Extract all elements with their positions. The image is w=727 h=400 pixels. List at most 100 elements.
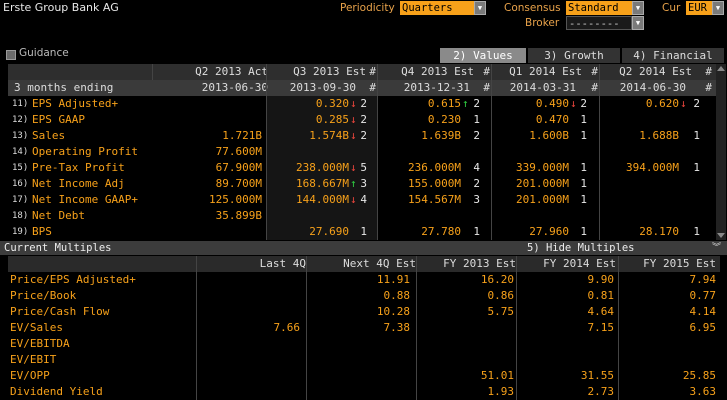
consensus-select[interactable]: Standard xyxy=(566,1,632,15)
currency-dropdown-icon[interactable]: ▼ xyxy=(712,1,724,15)
multiple-value: 25.85 xyxy=(682,369,716,382)
q3-count: 2 xyxy=(360,113,367,126)
q3-value: 27.690 xyxy=(309,225,349,238)
q1-value: 0.490 xyxy=(535,97,569,110)
multiple-value xyxy=(306,352,410,368)
q2-count xyxy=(686,112,700,128)
tab-values-num: 2) xyxy=(453,49,467,62)
date-q3-2013: 2013-09-30 xyxy=(289,81,356,94)
q2-value xyxy=(599,144,679,160)
multiple-row[interactable]: Dividend Yield 1.93 2.73 3.63 xyxy=(0,384,727,400)
multiple-value xyxy=(196,336,300,352)
period-label: 3 months ending xyxy=(14,81,114,94)
estimate-row[interactable]: 18) Net Debt 35.899B xyxy=(0,208,727,224)
q3-count: 2 xyxy=(360,97,367,110)
guidance-checkbox[interactable] xyxy=(6,50,16,60)
q1-value: 201.000M xyxy=(516,193,569,206)
hide-multiples-button[interactable]: 5) Hide Multiples xyxy=(527,241,634,255)
multiple-label: Dividend Yield xyxy=(10,385,103,398)
multiple-value: 5.75 xyxy=(487,305,515,318)
multiple-value: 0.77 xyxy=(689,289,717,302)
multiple-row[interactable]: Price/Book 0.88 0.86 0.81 0.77 xyxy=(0,288,727,304)
col-header-q2-2013-act: Q2 2013 Act xyxy=(195,65,268,78)
multiple-row[interactable]: Price/EPS Adjusted+ 11.91 16.20 9.90 7.94 xyxy=(0,272,727,288)
company-name: Erste Group Bank AG xyxy=(3,1,119,14)
date-q2-2013: 2013-06-30 xyxy=(201,81,268,94)
q2-count: 1 xyxy=(693,225,700,238)
multiple-value xyxy=(196,352,300,368)
row-label: Net Income Adj xyxy=(32,177,125,190)
tab-growth[interactable]: 3) Growth xyxy=(528,48,620,63)
multiple-value: 2.73 xyxy=(587,385,615,398)
consensus-dropdown-icon[interactable]: ▼ xyxy=(632,1,644,15)
multiple-value xyxy=(618,352,716,368)
multiple-row[interactable]: EV/EBITDA xyxy=(0,336,727,352)
actual-value: 35.899B xyxy=(215,209,262,222)
q2-value: 28.170 xyxy=(639,225,679,238)
multiple-label: EV/EBITDA xyxy=(10,337,70,350)
estimate-row[interactable]: 13) Sales 1.721B 1.574B ↓ 2 1.639B 2 1.600B 1 1.68… xyxy=(0,128,727,144)
periodicity-label: Periodicity xyxy=(340,2,395,14)
estimate-row[interactable]: 12) EPS GAAP 0.285 ↓ 2 0.230 1 0.470 1 xyxy=(0,112,727,128)
q4-value: 0.230 xyxy=(427,113,461,126)
multiple-value: 7.15 xyxy=(587,321,615,334)
col-header-q2-2014-est: Q2 2014 Est xyxy=(619,65,692,78)
q4-count: 1 xyxy=(473,113,480,126)
q2-value xyxy=(599,112,679,128)
scroll-down-icon[interactable] xyxy=(717,233,725,238)
estimate-row[interactable]: 17) Net Income GAAP+ 125.000M 144.000M ↓ 4 154… xyxy=(0,192,727,208)
multiple-value: 31.55 xyxy=(580,369,614,382)
date-count: # xyxy=(705,81,712,94)
estimate-row[interactable]: 16) Net Income Adj 89.700M 168.667M ↑ 3 155.00… xyxy=(0,176,727,192)
q2-count xyxy=(686,176,700,192)
q4-count: 1 xyxy=(473,225,480,238)
q2-count xyxy=(686,144,700,160)
tab-financial[interactable]: 4) Financial xyxy=(622,48,724,63)
tab-values[interactable]: 2) Values xyxy=(440,48,526,63)
q1-count xyxy=(575,144,587,160)
column-header-row: Q2 2013 Act Q3 2013 Est # Q4 2013 Est # … xyxy=(8,64,716,80)
row-number: 12) xyxy=(12,115,29,125)
tab-values-label: Values xyxy=(473,49,513,62)
q2-count xyxy=(686,192,700,208)
multiples-title: Current Multiples xyxy=(4,242,112,254)
estimate-row[interactable]: 14) Operating Profit 77.600M xyxy=(0,144,727,160)
multiple-row[interactable]: EV/EBIT xyxy=(0,352,727,368)
q4-count: 2 xyxy=(473,129,480,142)
broker-select[interactable]: -------- xyxy=(566,16,632,30)
estimates-scrollbar[interactable] xyxy=(716,64,726,240)
currency-select[interactable]: EUR xyxy=(686,1,712,15)
row-number: 17) xyxy=(12,195,29,205)
multiple-value xyxy=(618,336,716,352)
collapse-chevron-icon[interactable]: ︾ xyxy=(712,241,721,255)
col-header-last-4q: Last 4Q xyxy=(259,257,306,270)
estimate-row[interactable]: 15) Pre-Tax Profit 67.900M 238.000M ↓ 5 236.00… xyxy=(0,160,727,176)
actual-value xyxy=(152,224,262,240)
broker-dropdown-icon[interactable]: ▼ xyxy=(632,16,644,30)
periodicity-dropdown-icon[interactable]: ▼ xyxy=(474,1,486,15)
q3-value: 1.574B xyxy=(309,129,349,142)
multiple-value xyxy=(196,368,300,384)
col-header-fy2015-est: FY 2015 Est xyxy=(643,257,716,270)
q3-value: 0.285 xyxy=(315,113,349,126)
tab-financial-label: Financial xyxy=(653,49,713,62)
multiple-row[interactable]: EV/Sales 7.66 7.38 7.15 6.95 xyxy=(0,320,727,336)
estimate-row[interactable]: 11) EPS Adjusted+ 0.320 ↓ 2 0.615 ↑ 2 0.490 ↓ 2 0.6… xyxy=(0,96,727,112)
multiple-row[interactable]: Price/Cash Flow 10.28 5.75 4.64 4.14 xyxy=(0,304,727,320)
date-q2-2014: 2014-06-30 xyxy=(619,81,686,94)
multiples-table: Last 4Q Next 4Q Est FY 2013 Est FY 2014 … xyxy=(0,256,727,400)
col-header-q3-2013-est: Q3 2013 Est xyxy=(293,65,366,78)
date-count: # xyxy=(483,81,490,94)
date-count: # xyxy=(591,81,598,94)
q1-count: 2 xyxy=(580,97,587,110)
periodicity-select[interactable]: Quarters xyxy=(400,1,474,15)
multiple-value: 11.91 xyxy=(376,273,410,286)
multiple-value xyxy=(196,272,300,288)
multiple-row[interactable]: EV/OPP 51.01 31.55 25.85 xyxy=(0,368,727,384)
multiple-value xyxy=(196,288,300,304)
scroll-up-icon[interactable] xyxy=(717,66,725,71)
actual-value: 77.600M xyxy=(215,145,262,158)
estimate-row[interactable]: 19) BPS 27.690 1 27.780 1 27.960 1 28.170 1 xyxy=(0,224,727,240)
q3-value: 238.000M xyxy=(296,161,349,174)
multiples-header-bar: Current Multiples 5) Hide Multiples ︾ xyxy=(0,241,727,255)
